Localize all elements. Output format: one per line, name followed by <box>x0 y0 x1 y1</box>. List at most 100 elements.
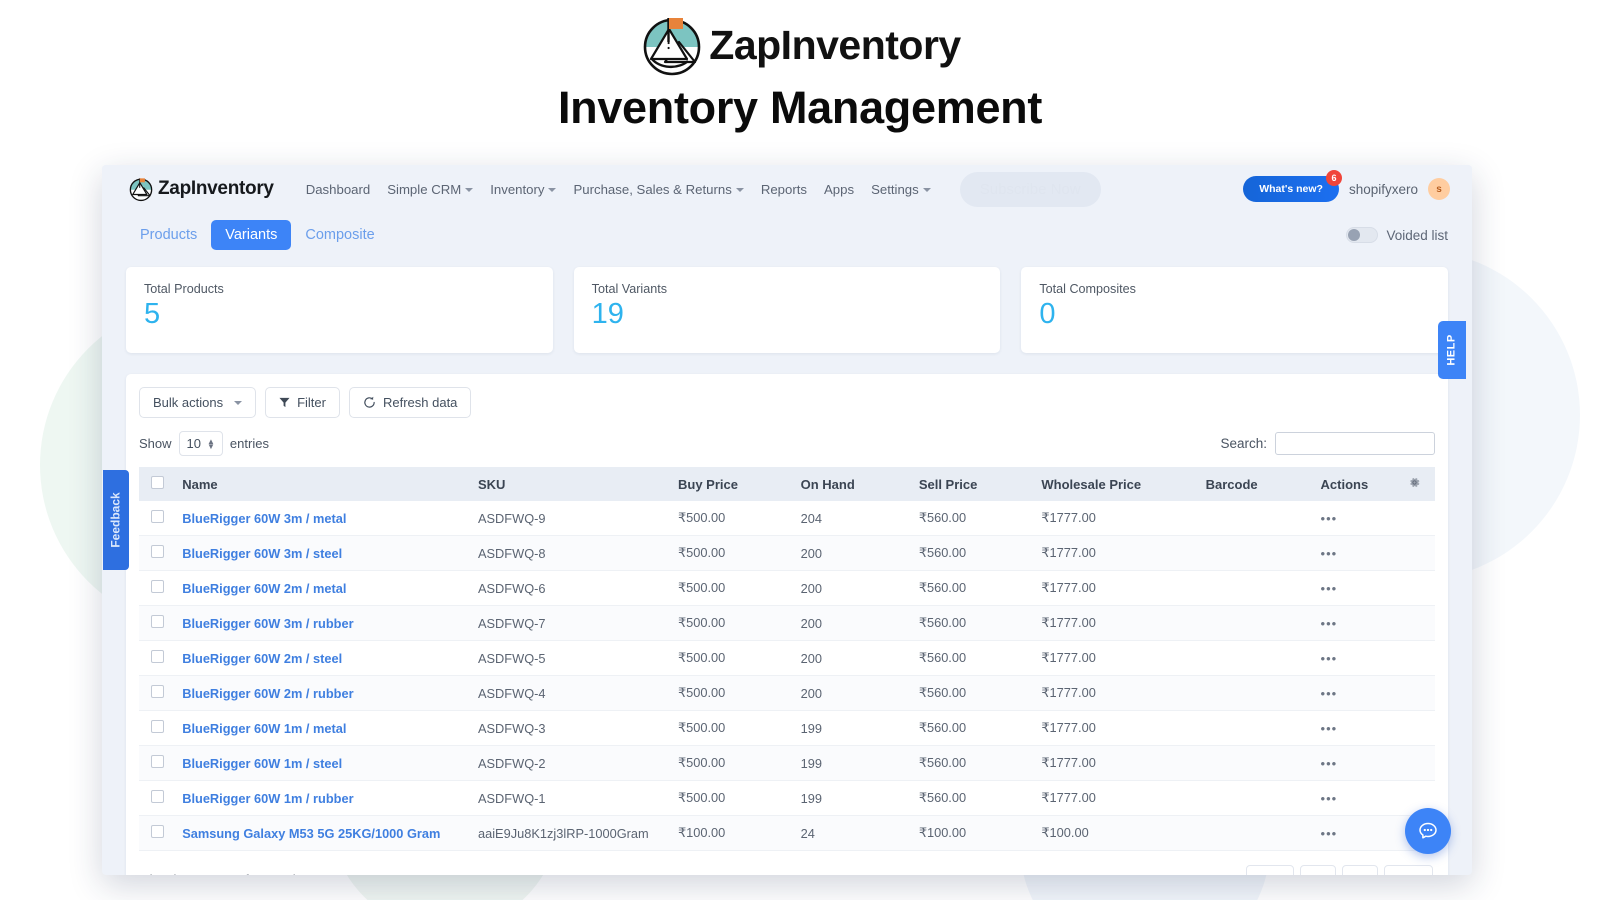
pagination-page-2[interactable]: 2 <box>1342 865 1379 875</box>
row-checkbox[interactable] <box>151 545 164 558</box>
column-header-name[interactable]: Name <box>176 467 472 501</box>
bulk-actions-button[interactable]: Bulk actions <box>139 387 257 418</box>
whats-new-button[interactable]: What's new? 6 <box>1243 170 1342 202</box>
nav-item-purchase-sales-returns[interactable]: Purchase, Sales & Returns <box>573 181 744 197</box>
product-link[interactable]: BlueRigger 60W 3m / metal <box>182 511 346 526</box>
row-actions-menu[interactable]: ••• <box>1321 721 1338 736</box>
chat-support-button[interactable] <box>1405 808 1451 854</box>
refresh-data-button[interactable]: Refresh data <box>348 387 472 418</box>
table-row[interactable]: BlueRigger 60W 3m / metal ASDFWQ-9 ₹500.00… <box>139 501 1435 536</box>
column-header-buy-price[interactable]: Buy Price <box>672 467 795 501</box>
row-actions-menu[interactable]: ••• <box>1321 511 1338 526</box>
showing-entries-text: Showing 1 to 10 of 19 entries <box>141 872 309 875</box>
tab-variants[interactable]: Variants <box>211 220 292 250</box>
select-all-checkbox[interactable] <box>151 476 164 489</box>
product-link[interactable]: BlueRigger 60W 1m / metal <box>182 721 346 736</box>
row-select-cell <box>139 535 177 571</box>
column-header-barcode[interactable]: Barcode <box>1199 467 1315 501</box>
search-input[interactable] <box>1275 432 1435 455</box>
tab-products[interactable]: Products <box>126 220 211 250</box>
row-actions-menu[interactable]: ••• <box>1321 546 1338 561</box>
help-tab[interactable]: HELP <box>1438 321 1466 379</box>
cell-buy-price: ₹500.00 <box>672 780 795 816</box>
section-tabs: Products Variants Composite Voided list <box>102 213 1472 257</box>
table-row[interactable]: BlueRigger 60W 2m / metal ASDFWQ-6 ₹500.00… <box>139 570 1435 606</box>
column-settings-header[interactable] <box>1402 467 1435 501</box>
row-checkbox[interactable] <box>151 615 164 628</box>
nav-item-label: Purchase, Sales & Returns <box>573 181 732 197</box>
row-checkbox[interactable] <box>151 580 164 593</box>
row-actions-menu[interactable]: ••• <box>1321 581 1338 596</box>
table-row[interactable]: BlueRigger 60W 1m / rubber ASDFWQ-1 ₹500.0… <box>139 780 1435 816</box>
voided-list-toggle[interactable] <box>1346 227 1379 243</box>
row-actions-menu[interactable]: ••• <box>1321 686 1338 701</box>
product-link[interactable]: Samsung Galaxy M53 5G 25KG/1000 Gram <box>182 826 440 841</box>
row-select-cell <box>139 570 177 606</box>
product-link[interactable]: BlueRigger 60W 2m / metal <box>182 581 346 596</box>
row-actions-menu[interactable]: ••• <box>1321 651 1338 666</box>
page-length-select[interactable]: 10 ▲ ▼ <box>178 431 223 456</box>
card-label: Total Composites <box>1039 282 1136 296</box>
cell-sell-price: ₹560.00 <box>912 570 1036 606</box>
cell-name: BlueRigger 60W 3m / steel <box>176 535 472 571</box>
product-link[interactable]: BlueRigger 60W 3m / steel <box>182 546 342 561</box>
table-row[interactable]: BlueRigger 60W 2m / steel ASDFWQ-5 ₹500.00… <box>139 640 1435 676</box>
column-header-sell-price[interactable]: Sell Price <box>912 467 1036 501</box>
cell-spacer <box>1402 640 1435 676</box>
cell-barcode <box>1199 605 1315 641</box>
entries-label: entries <box>229 436 269 451</box>
nav-item-settings[interactable]: Settings <box>871 182 931 197</box>
cell-spacer <box>1402 535 1435 571</box>
table-row[interactable]: BlueRigger 60W 1m / metal ASDFWQ-3 ₹500.00… <box>139 710 1435 746</box>
nav-item-dashboard[interactable]: Dashboard <box>306 182 371 197</box>
cell-buy-price: ₹500.00 <box>672 745 795 781</box>
navbar-logo[interactable]: ZapInventory <box>128 176 274 202</box>
row-select-cell <box>139 640 177 676</box>
product-link[interactable]: BlueRigger 60W 2m / steel <box>182 651 342 666</box>
pagination-next[interactable]: Next <box>1384 865 1433 875</box>
row-checkbox[interactable] <box>151 510 164 523</box>
row-checkbox[interactable] <box>151 720 164 733</box>
account-username[interactable]: shopifyxero <box>1349 182 1418 197</box>
tab-composite[interactable]: Composite <box>291 220 388 250</box>
column-header-on-hand[interactable]: On Hand <box>794 467 913 501</box>
row-actions-menu[interactable]: ••• <box>1321 756 1338 771</box>
filter-button[interactable]: Filter <box>265 387 340 418</box>
row-actions-menu[interactable]: ••• <box>1321 826 1338 841</box>
product-link[interactable]: BlueRigger 60W 2m / rubber <box>182 686 353 701</box>
nav-item-reports[interactable]: Reports <box>761 182 807 197</box>
row-checkbox[interactable] <box>151 825 164 838</box>
row-checkbox[interactable] <box>151 755 164 768</box>
table-row[interactable]: BlueRigger 60W 2m / rubber ASDFWQ-4 ₹500.0… <box>139 675 1435 711</box>
row-actions-menu[interactable]: ••• <box>1321 791 1338 806</box>
nav-item-label: Reports <box>760 181 807 197</box>
cell-actions: ••• <box>1314 501 1403 536</box>
table-row[interactable]: Samsung Galaxy M53 5G 25KG/1000 Gram aaiE… <box>139 815 1435 851</box>
row-checkbox[interactable] <box>151 685 164 698</box>
feedback-tab[interactable]: Feedback <box>103 470 129 570</box>
cell-barcode <box>1199 501 1315 536</box>
cell-on-hand: 200 <box>794 675 913 711</box>
pagination-page-1[interactable]: 1 <box>1300 865 1337 875</box>
column-header-wholesale-price[interactable]: Wholesale Price <box>1035 467 1200 501</box>
nav-item-simple-crm[interactable]: Simple CRM <box>387 182 474 197</box>
cell-barcode <box>1199 675 1315 711</box>
avatar[interactable]: s <box>1428 178 1450 200</box>
nav-item-inventory[interactable]: Inventory <box>490 182 557 197</box>
table-row[interactable]: BlueRigger 60W 3m / rubber ASDFWQ-7 ₹500.0… <box>139 605 1435 641</box>
product-link[interactable]: BlueRigger 60W 3m / rubber <box>182 616 353 631</box>
column-header-sku[interactable]: SKU <box>471 467 672 501</box>
pagination-prev[interactable]: Prev <box>1245 865 1295 875</box>
row-actions-menu[interactable]: ••• <box>1321 616 1338 631</box>
row-select-cell <box>139 710 177 746</box>
product-link[interactable]: BlueRigger 60W 1m / rubber <box>182 791 353 806</box>
chevron-down-icon <box>234 400 243 405</box>
subscribe-now-button[interactable]: Subscribe Now <box>959 171 1101 207</box>
table-row[interactable]: BlueRigger 60W 3m / steel ASDFWQ-8 ₹500.00… <box>139 535 1435 571</box>
row-checkbox[interactable] <box>151 650 164 663</box>
row-checkbox[interactable] <box>151 790 164 803</box>
product-link[interactable]: BlueRigger 60W 1m / steel <box>182 756 342 771</box>
nav-item-apps[interactable]: Apps <box>824 182 854 197</box>
table-row[interactable]: BlueRigger 60W 1m / steel ASDFWQ-2 ₹500.00… <box>139 745 1435 781</box>
cell-barcode <box>1199 710 1315 746</box>
